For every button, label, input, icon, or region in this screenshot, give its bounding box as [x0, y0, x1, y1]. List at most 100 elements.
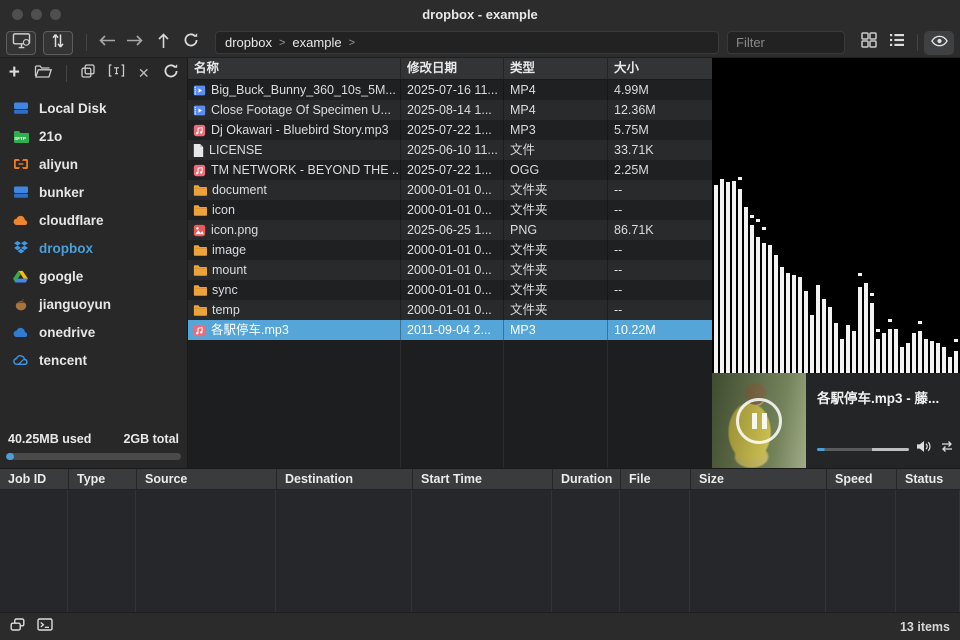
video-icon: [193, 84, 206, 97]
sidebar-item-bunker[interactable]: bunker: [0, 178, 187, 206]
file-row[interactable]: Big_Buck_Bunny_360_10s_5M...2025-07-16 1…: [188, 80, 712, 100]
spectrum-bar: [864, 58, 868, 373]
loop-icon[interactable]: [939, 440, 955, 458]
refresh-connections-button[interactable]: [163, 64, 179, 82]
connection-toolbar: + ✕: [0, 58, 187, 88]
file-name: Dj Okawari - Bluebird Story.mp3: [211, 120, 389, 140]
file-type: 文件夹: [503, 200, 607, 220]
filter-input[interactable]: [727, 31, 845, 54]
transfer-col-type[interactable]: Type: [68, 469, 136, 489]
sidebar-item-onedrive[interactable]: onedrive: [0, 318, 187, 346]
file-date: 2025-08-14 1...: [400, 100, 503, 120]
sidebar-item-tencent[interactable]: tencent: [0, 346, 187, 374]
close-button[interactable]: [12, 9, 23, 20]
file-type: MP3: [503, 320, 607, 340]
breadcrumb-item[interactable]: dropbox: [225, 35, 272, 50]
sort-button[interactable]: [43, 31, 73, 55]
column-header-type[interactable]: 类型: [503, 58, 607, 79]
refresh-button[interactable]: [177, 31, 205, 55]
spectrum-peak-dot: [750, 215, 754, 218]
link-windows-button[interactable]: [10, 618, 25, 636]
sidebar-item-dropbox[interactable]: dropbox: [0, 234, 187, 262]
transfer-col-job-id[interactable]: Job ID: [0, 469, 68, 489]
transfer-col-size[interactable]: Size: [690, 469, 826, 489]
transfer-col-file[interactable]: File: [620, 469, 690, 489]
rename-connection-button[interactable]: [108, 64, 125, 82]
pause-button[interactable]: [736, 398, 782, 444]
sidebar-item-aliyun[interactable]: aliyun: [0, 150, 187, 178]
sessions-button[interactable]: [6, 31, 36, 55]
minimize-button[interactable]: [31, 9, 42, 20]
file-row[interactable]: Dj Okawari - Bluebird Story.mp32025-07-2…: [188, 120, 712, 140]
album-art[interactable]: [712, 373, 806, 468]
file-row[interactable]: LICENSE2025-06-10 11...文件33.71K: [188, 140, 712, 160]
file-row[interactable]: TM NETWORK - BEYOND THE ...2025-07-22 1.…: [188, 160, 712, 180]
toolbar-divider: [66, 65, 67, 82]
file-row[interactable]: mount2000-01-01 0...文件夹--: [188, 260, 712, 280]
seek-bar[interactable]: [817, 448, 909, 451]
main-toolbar: dropbox > example >: [0, 28, 960, 58]
file-type: 文件夹: [503, 180, 607, 200]
terminal-button[interactable]: [37, 618, 53, 636]
file-row[interactable]: 各駅停车.mp32011-09-04 2...MP310.22M: [188, 320, 712, 340]
column-header-name[interactable]: 名称: [188, 58, 400, 79]
up-button[interactable]: [149, 31, 177, 55]
transfer-col-destination[interactable]: Destination: [276, 469, 412, 489]
refresh-icon: [163, 63, 179, 84]
add-connection-button[interactable]: +: [8, 64, 21, 82]
sort-icon: [51, 32, 65, 54]
copy-connection-button[interactable]: [81, 64, 95, 82]
file-row[interactable]: Close Footage Of Specimen U...2025-08-14…: [188, 100, 712, 120]
spectrum-bar: [846, 58, 850, 373]
file-row[interactable]: icon.png2025-06-25 1...PNG86.71K: [188, 220, 712, 240]
open-connection-button[interactable]: [34, 64, 52, 82]
file-row[interactable]: temp2000-01-01 0...文件夹--: [188, 300, 712, 320]
spectrum-bar: [714, 58, 718, 373]
breadcrumb-item[interactable]: example: [292, 35, 341, 50]
column-divider: [826, 490, 896, 612]
file-row[interactable]: document2000-01-01 0...文件夹--: [188, 180, 712, 200]
audio-icon: [193, 124, 206, 137]
titlebar: dropbox - example: [0, 0, 960, 28]
transfer-col-source[interactable]: Source: [136, 469, 276, 489]
file-date: 2025-07-16 11...: [400, 80, 503, 100]
file-row[interactable]: image2000-01-01 0...文件夹--: [188, 240, 712, 260]
file-row[interactable]: sync2000-01-01 0...文件夹--: [188, 280, 712, 300]
column-header-size[interactable]: 大小: [607, 58, 712, 79]
file-size: --: [607, 200, 712, 220]
zoom-button[interactable]: [50, 9, 61, 20]
file-type: OGG: [503, 160, 607, 180]
transfer-col-start-time[interactable]: Start Time: [412, 469, 552, 489]
column-divider: [400, 340, 401, 468]
app-window: dropbox - example dropbox > example > +: [0, 0, 960, 640]
sidebar-item-jianguoyun[interactable]: jianguoyun: [0, 290, 187, 318]
file-row[interactable]: icon2000-01-01 0...文件夹--: [188, 200, 712, 220]
transfer-header: Job IDTypeSourceDestinationStart TimeDur…: [0, 469, 960, 490]
breadcrumb[interactable]: dropbox > example >: [215, 31, 719, 54]
file-date: 2000-01-01 0...: [400, 180, 503, 200]
preview-toggle-button[interactable]: [924, 31, 954, 55]
spectrum-peak-dot: [870, 293, 874, 296]
back-button[interactable]: [93, 31, 121, 55]
plus-icon: +: [9, 65, 20, 81]
transfer-col-speed[interactable]: Speed: [826, 469, 896, 489]
sidebar-item-label: onedrive: [39, 325, 95, 340]
list-view-button[interactable]: [883, 31, 911, 55]
eye-icon: [931, 34, 948, 52]
file-date: 2011-09-04 2...: [400, 320, 503, 340]
transfer-col-duration[interactable]: Duration: [552, 469, 620, 489]
sidebar-item-cloudflare[interactable]: cloudflare: [0, 206, 187, 234]
disk-icon: [12, 101, 29, 115]
sidebar-item-label: google: [39, 269, 83, 284]
grid-view-button[interactable]: [855, 31, 883, 55]
delete-connection-button[interactable]: ✕: [138, 64, 151, 82]
forward-button[interactable]: [121, 31, 149, 55]
window-title: dropbox - example: [422, 7, 538, 22]
sidebar-item-21o[interactable]: SFTP21o: [0, 122, 187, 150]
volume-icon[interactable]: [916, 440, 932, 458]
transfer-col-status[interactable]: Status: [896, 469, 960, 489]
column-header-date[interactable]: 修改日期: [400, 58, 503, 79]
sidebar-item-local-disk[interactable]: Local Disk: [0, 94, 187, 122]
column-divider: [690, 490, 826, 612]
sidebar-item-google[interactable]: google: [0, 262, 187, 290]
